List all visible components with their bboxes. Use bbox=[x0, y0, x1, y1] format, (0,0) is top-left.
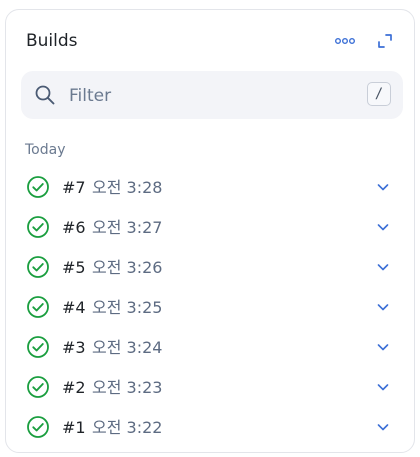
builds-panel: Builds / Today #7 오전 3: bbox=[5, 9, 415, 453]
build-time: 오전 3:24 bbox=[92, 338, 163, 357]
build-time: 오전 3:25 bbox=[92, 298, 163, 317]
filter-box[interactable]: / bbox=[21, 71, 403, 119]
chevron-down-icon[interactable] bbox=[375, 339, 391, 355]
build-row[interactable]: #1 오전 3:22 bbox=[6, 407, 414, 447]
success-check-icon bbox=[27, 216, 49, 238]
success-check-icon bbox=[27, 336, 49, 358]
expand-icon bbox=[378, 34, 392, 48]
more-options-button[interactable] bbox=[331, 27, 359, 55]
chevron-down-icon[interactable] bbox=[375, 179, 391, 195]
chevron-down-icon[interactable] bbox=[375, 379, 391, 395]
success-check-icon bbox=[27, 256, 49, 278]
build-number: #6 bbox=[62, 218, 86, 237]
chevron-down-icon[interactable] bbox=[375, 419, 391, 435]
expand-button[interactable] bbox=[371, 27, 399, 55]
build-time: 오전 3:23 bbox=[92, 378, 163, 397]
ellipsis-icon bbox=[335, 38, 355, 44]
build-time: 오전 3:28 bbox=[92, 178, 163, 197]
build-number: #2 bbox=[62, 378, 86, 397]
builds-list: #7 오전 3:28 #6 오전 3:27 #5 오전 3:26 #4 오전 3 bbox=[6, 167, 414, 447]
search-icon bbox=[35, 85, 55, 105]
panel-title: Builds bbox=[26, 31, 78, 51]
panel-header: Builds bbox=[6, 10, 414, 70]
success-check-icon bbox=[27, 376, 49, 398]
build-number: #3 bbox=[62, 338, 86, 357]
build-time: 오전 3:27 bbox=[92, 218, 163, 237]
success-check-icon bbox=[27, 296, 49, 318]
build-time: 오전 3:22 bbox=[92, 418, 163, 437]
success-check-icon bbox=[27, 176, 49, 198]
section-label-today: Today bbox=[25, 142, 66, 158]
build-row[interactable]: #5 오전 3:26 bbox=[6, 247, 414, 287]
build-number: #5 bbox=[62, 258, 86, 277]
build-row[interactable]: #4 오전 3:25 bbox=[6, 287, 414, 327]
build-number: #1 bbox=[62, 418, 86, 437]
build-row[interactable]: #3 오전 3:24 bbox=[6, 327, 414, 367]
filter-shortcut-key: / bbox=[367, 82, 391, 106]
filter-input[interactable] bbox=[67, 81, 361, 111]
success-check-icon bbox=[27, 416, 49, 438]
build-row[interactable]: #6 오전 3:27 bbox=[6, 207, 414, 247]
build-row[interactable]: #2 오전 3:23 bbox=[6, 367, 414, 407]
chevron-down-icon[interactable] bbox=[375, 299, 391, 315]
chevron-down-icon[interactable] bbox=[375, 219, 391, 235]
build-number: #4 bbox=[62, 298, 86, 317]
build-row[interactable]: #7 오전 3:28 bbox=[6, 167, 414, 207]
chevron-down-icon[interactable] bbox=[375, 259, 391, 275]
build-time: 오전 3:26 bbox=[92, 258, 163, 277]
build-number: #7 bbox=[62, 178, 86, 197]
